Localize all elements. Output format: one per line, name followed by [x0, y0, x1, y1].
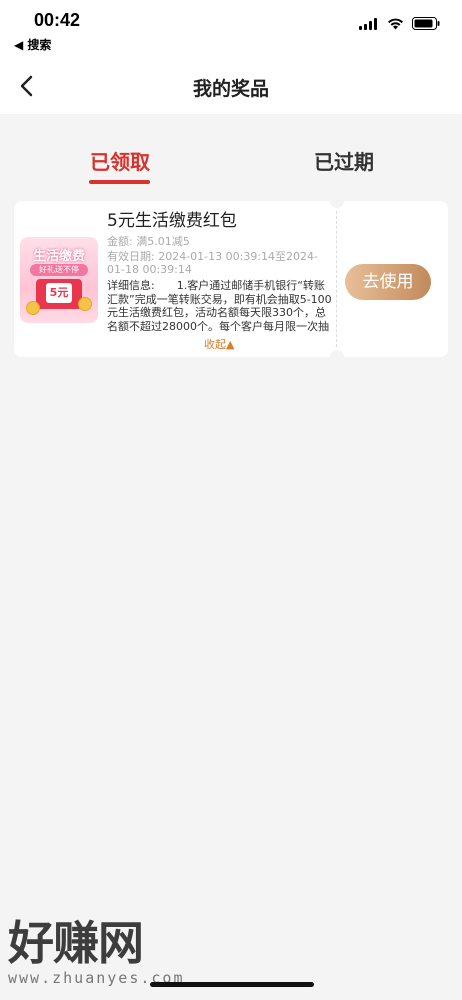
tab-expired[interactable]: 已过期 — [314, 146, 374, 175]
home-indicator[interactable] — [150, 982, 314, 987]
prize-title: 5元生活缴费红包 — [107, 211, 237, 231]
tab-bar: 已领取 已过期 — [0, 114, 462, 194]
status-time: 00:42 — [34, 10, 81, 30]
thumbnail-title: 生活缴费 — [32, 249, 85, 264]
coin-icon — [78, 297, 92, 311]
prize-detail: 详细信息: 1.客户通过邮储手机银行“转账汇款”完成一笔转账交易，即有机会抽取5… — [107, 279, 332, 333]
prize-valid-date: 有效日期: 2024-01-13 00:39:14至2024-01-18 00:… — [107, 250, 318, 276]
signal-icon — [359, 17, 377, 30]
active-tab-indicator — [89, 180, 150, 184]
wifi-icon — [388, 18, 403, 29]
prize-info: 5元生活缴费红包 金额: 满5.01减5 有效日期: 2024-01-13 00… — [107, 209, 335, 276]
status-icons — [359, 17, 440, 30]
watermark-text: 好赚网 — [8, 916, 144, 970]
prize-thumbnail: 生活缴费 好礼送不停 5元 — [20, 237, 98, 323]
card-notch-top — [330, 201, 344, 208]
battery-icon — [412, 17, 440, 30]
card-divider — [336, 211, 337, 347]
card-notch-bottom — [330, 350, 344, 357]
back-to-search-link[interactable]: ◀ 搜索 — [14, 36, 51, 53]
use-button[interactable]: 去使用 — [345, 264, 431, 300]
collapse-toggle[interactable]: 收起▲ — [204, 336, 234, 352]
tab-received[interactable]: 已领取 — [90, 146, 150, 175]
prize-amount: 金额: 满5.01减5 — [107, 235, 190, 248]
thumbnail-amount: 5元 — [46, 283, 72, 303]
coin-icon — [26, 301, 40, 315]
status-bar: 00:42 ◀ 搜索 — [0, 0, 462, 58]
nav-bar: 我的奖品 — [0, 58, 462, 114]
page-title: 我的奖品 — [192, 78, 269, 100]
watermark: 好赚网 www.zhuanyes.com — [8, 918, 185, 986]
prize-card: 生活缴费 好礼送不停 5元 5元生活缴费红包 金额: 满5.01减5 有效日期:… — [14, 201, 448, 357]
thumbnail-subtitle: 好礼送不停 — [30, 264, 88, 276]
